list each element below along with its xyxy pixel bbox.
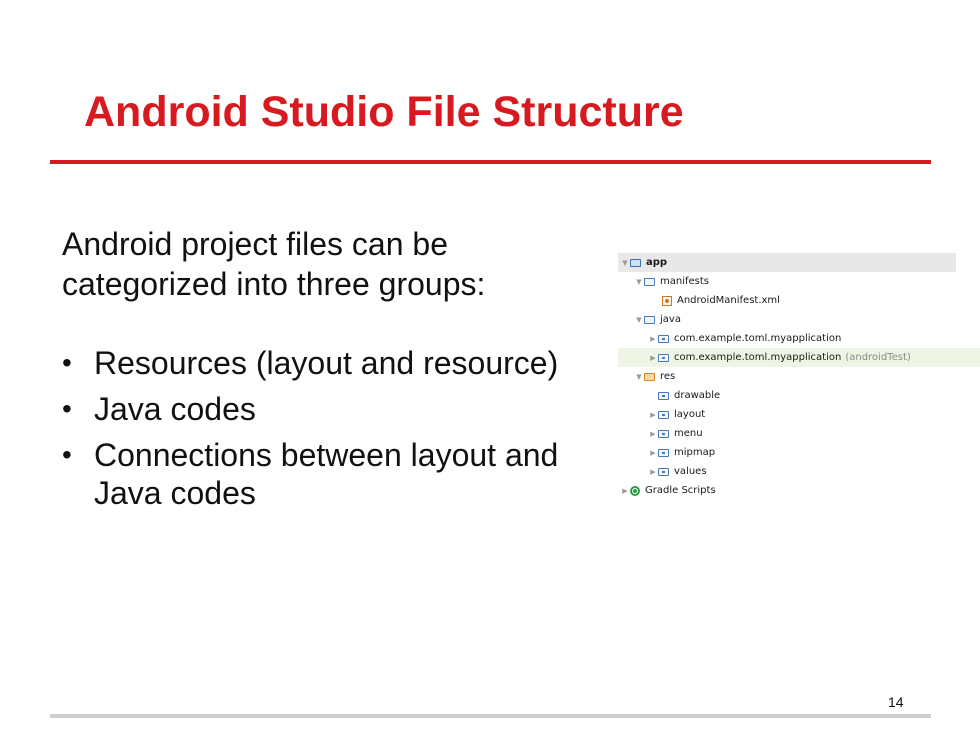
page-number: 14 [888,694,904,710]
folder-icon [644,277,655,286]
tree-row-package-main[interactable]: ▶ com.example.toml.myapplication [618,329,980,348]
bullet-list: • Resources (layout and resource) • Java… [62,344,592,520]
collapse-arrow-icon[interactable]: ▶ [648,335,658,343]
xml-file-icon [662,295,672,306]
bullet-item: • Connections between layout and Java co… [62,436,592,512]
tree-row-android-manifest[interactable]: AndroidManifest.xml [618,291,980,310]
package-icon [658,353,669,362]
collapse-arrow-icon[interactable]: ▶ [648,430,658,438]
tree-row-manifests[interactable]: ▼ manifests [618,272,970,291]
tree-label-values: values [674,466,707,477]
expand-arrow-icon[interactable]: ▼ [634,373,644,381]
tree-label-res: res [660,371,676,382]
title-divider [50,160,931,164]
bullet-dot: • [62,347,72,378]
gradle-icon [630,485,640,496]
package-icon [658,429,669,438]
tree-label-gradle-scripts: Gradle Scripts [645,485,716,496]
bullet-item: • Resources (layout and resource) [62,344,592,382]
tree-row-mipmap[interactable]: ▶ mipmap [618,443,980,462]
package-icon [658,391,669,400]
tree-row-drawable[interactable]: drawable [618,386,980,405]
bullet-dot: • [62,393,72,424]
project-tree: ▼ app ▼ manifests AndroidManifest.xml ▼ … [618,253,980,509]
expand-arrow-icon[interactable]: ▼ [634,278,644,286]
tree-row-package-test[interactable]: ▶ com.example.toml.myapplication (androi… [618,348,980,367]
package-icon [658,334,669,343]
bullet-text: Connections between layout and Java code… [94,437,559,511]
tree-row-java[interactable]: ▼ java [618,310,970,329]
bullet-item: • Java codes [62,390,592,428]
tree-label-app: app [646,257,668,268]
tree-label-layout: layout [674,409,706,420]
package-icon [658,410,669,419]
tree-label-java: java [660,314,681,325]
collapse-arrow-icon[interactable]: ▶ [648,449,658,457]
tree-label-manifests: manifests [660,276,709,287]
tree-row-menu[interactable]: ▶ menu [618,424,980,443]
tree-row-layout[interactable]: ▶ layout [618,405,980,424]
tree-row-values[interactable]: ▶ values [618,462,980,481]
collapse-arrow-icon[interactable]: ▶ [648,411,658,419]
module-folder-icon [630,258,641,267]
tree-label-package-test-suffix: (androidTest) [845,352,911,363]
tree-label-android-manifest: AndroidManifest.xml [677,295,780,306]
collapse-arrow-icon[interactable]: ▶ [648,354,658,362]
tree-label-package-main: com.example.toml.myapplication [674,333,842,344]
bullet-text: Java codes [94,391,256,427]
intro-text: Android project files can be categorized… [62,226,486,302]
collapse-arrow-icon[interactable]: ▶ [648,468,658,476]
tree-label-mipmap: mipmap [674,447,716,458]
resource-folder-icon [644,372,655,381]
package-icon [658,467,669,476]
footer-divider [50,714,931,718]
tree-label-package-test: com.example.toml.myapplication [674,352,842,363]
collapse-arrow-icon[interactable]: ▶ [620,487,630,495]
slide-title: Android Studio File Structure [84,88,684,136]
bullet-dot: • [62,439,72,470]
folder-icon [644,315,655,324]
tree-label-drawable: drawable [674,390,721,401]
tree-row-gradle-scripts[interactable]: ▶ Gradle Scripts [618,481,956,500]
tree-row-res[interactable]: ▼ res [618,367,970,386]
expand-arrow-icon[interactable]: ▼ [620,259,630,267]
tree-row-app[interactable]: ▼ app [618,253,956,272]
expand-arrow-icon[interactable]: ▼ [634,316,644,324]
tree-label-menu: menu [674,428,703,439]
bullet-text: Resources (layout and resource) [94,345,559,381]
package-icon [658,448,669,457]
